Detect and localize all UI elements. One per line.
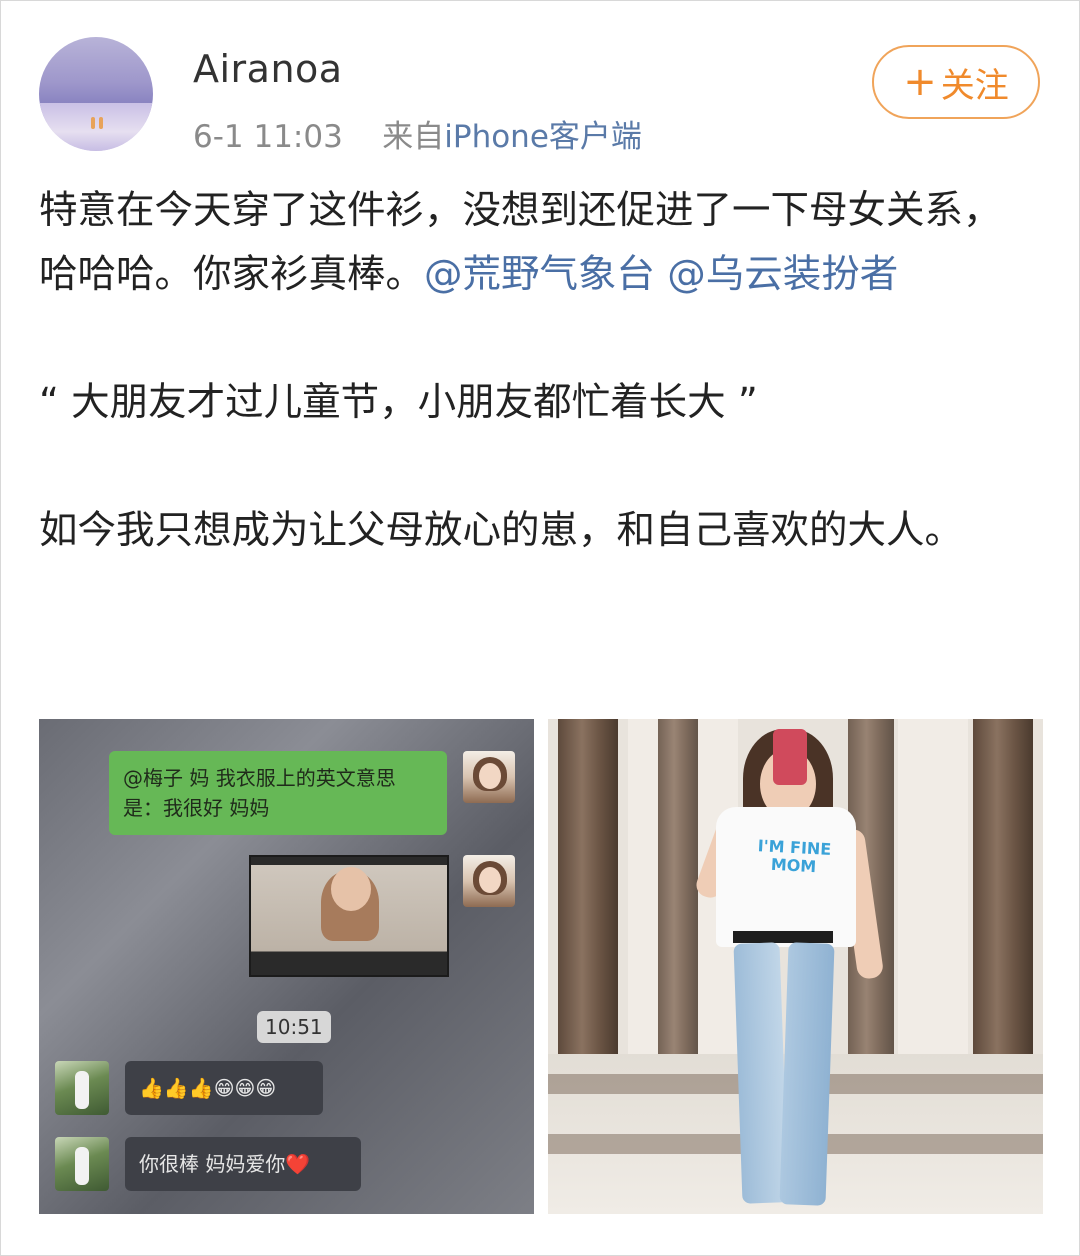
plus-icon: + [903,59,937,105]
wall-panel [898,719,968,1059]
source-prefix: 来自 [382,119,445,155]
chat-avatar [463,751,515,803]
post-text: 特意在今天穿了这件衫，没想到还促进了一下母女关系，哈哈哈。你家衫真棒。@荒野气象… [39,179,1039,563]
video-head [331,867,371,911]
chat-bubble-sent: @梅子 妈 我衣服上的英文意思是：我很好 妈妈 [109,751,447,835]
chat-bubble-received: 👍👍👍😁😁😁 [125,1061,323,1115]
chat-video-thumbnail [249,855,449,977]
avatar-figure [91,117,95,129]
follow-label: 关注 [940,65,1009,106]
avatar-figure [75,1071,89,1109]
post-paragraph-2: “ 大朋友才过儿童节，小朋友都忙着长大 ” [39,380,758,425]
tshirt-text: I'M FINE MOM [757,836,832,877]
post-paragraph-1: 特意在今天穿了这件衫，没想到还促进了一下母女关系，哈哈哈。你家衫真棒。@荒野气象… [39,179,1039,307]
avatar-figure [75,1147,89,1185]
chat-avatar [463,855,515,907]
mention-link[interactable]: @乌云装扮者 [667,252,898,297]
avatar-face [479,867,501,893]
post-date: 6-1 11:03 [193,119,343,155]
mention-link[interactable]: @荒野气象台 [424,252,655,297]
belt [733,931,833,943]
chat-avatar-mom [55,1137,109,1191]
user-avatar[interactable] [39,37,153,151]
follow-button[interactable]: + 关注 [872,45,1040,119]
source-device[interactable]: iPhone客户端 [444,119,642,155]
chat-bubble-received: 你很棒 妈妈爱你❤️ [125,1137,361,1191]
post-card: Airanoa 6-1 11:03 来自iPhone客户端 + 关注 特意在今天… [0,0,1080,1256]
avatar-face [479,763,501,789]
post-image-chat[interactable]: @梅子 妈 我衣服上的英文意思是：我很好 妈妈 10:51 👍👍👍😁😁😁 你很棒… [39,719,534,1214]
avatar-figure [99,117,103,129]
post-image-selfie[interactable]: I'M FINE MOM [548,719,1043,1214]
phone [773,729,807,785]
username[interactable]: Airanoa [193,47,343,91]
chat-avatar-mom [55,1061,109,1115]
tshirt [716,807,856,947]
jeans-right-leg [779,942,835,1206]
avatar-sea [39,103,153,151]
post-paragraph-3: 如今我只想成为让父母放心的崽，和自己喜欢的大人。 [39,508,964,553]
chat-timestamp: 10:51 [257,1011,331,1043]
post-meta: 6-1 11:03 来自iPhone客户端 [193,111,642,156]
